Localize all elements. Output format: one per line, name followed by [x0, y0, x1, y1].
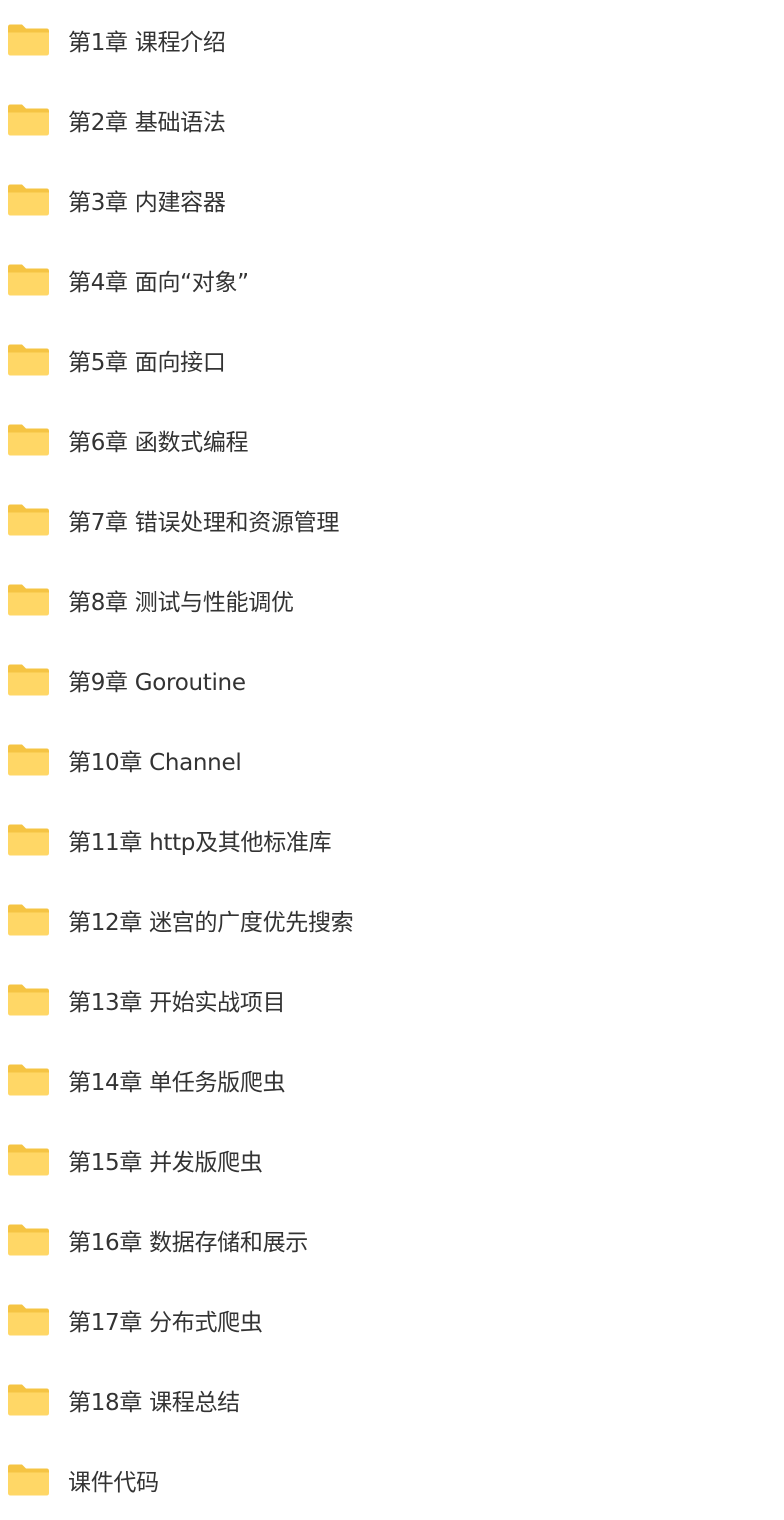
- folder-item[interactable]: 第10章 Channel: [0, 720, 784, 800]
- folder-item[interactable]: 第7章 错误处理和资源管理: [0, 480, 784, 560]
- folder-label: 第8章 测试与性能调优: [68, 590, 294, 616]
- folder-label: 第17章 分布式爬虫: [68, 1310, 263, 1336]
- folder-item[interactable]: 第14章 单任务版爬虫: [0, 1040, 784, 1120]
- folder-label: 第4章 面向“对象”: [68, 270, 249, 296]
- folder-icon: [8, 184, 49, 216]
- folder-icon: [8, 584, 49, 616]
- folder-icon: [8, 24, 49, 56]
- folder-item[interactable]: 第17章 分布式爬虫: [0, 1280, 784, 1360]
- folder-icon: [8, 1064, 49, 1096]
- folder-icon: [8, 904, 49, 936]
- folder-item[interactable]: 第16章 数据存储和展示: [0, 1200, 784, 1280]
- folder-icon: [8, 664, 49, 696]
- folder-label: 第11章 http及其他标准库: [68, 830, 332, 856]
- folder-icon: [8, 264, 49, 296]
- folder-label: 第3章 内建容器: [68, 190, 226, 216]
- folder-icon: [8, 1384, 49, 1416]
- folder-item[interactable]: 第9章 Goroutine: [0, 640, 784, 720]
- folder-icon: [8, 504, 49, 536]
- folder-icon: [8, 104, 49, 136]
- folder-label: 第2章 基础语法: [68, 110, 226, 136]
- folder-item[interactable]: 第2章 基础语法: [0, 80, 784, 160]
- folder-item[interactable]: 第3章 内建容器: [0, 160, 784, 240]
- folder-item[interactable]: 第11章 http及其他标准库: [0, 800, 784, 880]
- folder-label: 第9章 Goroutine: [68, 670, 246, 696]
- folder-label: 第12章 迷宫的广度优先搜索: [68, 910, 354, 936]
- folder-icon: [8, 1464, 49, 1496]
- folder-icon: [8, 824, 49, 856]
- folder-item[interactable]: 第4章 面向“对象”: [0, 240, 784, 320]
- folder-icon: [8, 344, 49, 376]
- folder-item[interactable]: 第13章 开始实战项目: [0, 960, 784, 1040]
- folder-list: 第1章 课程介绍 第2章 基础语法 第3章 内建容器 第4章 面向“对象” 第5…: [0, 0, 784, 1520]
- folder-label: 第6章 函数式编程: [68, 430, 249, 456]
- folder-label: 第18章 课程总结: [68, 1390, 240, 1416]
- folder-label: 第7章 错误处理和资源管理: [68, 510, 340, 536]
- folder-item[interactable]: 第6章 函数式编程: [0, 400, 784, 480]
- folder-item[interactable]: 课件代码: [0, 1440, 784, 1520]
- folder-icon: [8, 1144, 49, 1176]
- folder-label: 第10章 Channel: [68, 750, 242, 776]
- folder-item[interactable]: 第1章 课程介绍: [0, 0, 784, 80]
- folder-label: 第13章 开始实战项目: [68, 990, 286, 1016]
- folder-item[interactable]: 第8章 测试与性能调优: [0, 560, 784, 640]
- folder-label: 第16章 数据存储和展示: [68, 1230, 308, 1256]
- folder-label: 课件代码: [68, 1470, 159, 1496]
- folder-icon: [8, 984, 49, 1016]
- folder-icon: [8, 424, 49, 456]
- folder-label: 第5章 面向接口: [68, 350, 226, 376]
- folder-icon: [8, 744, 49, 776]
- folder-item[interactable]: 第18章 课程总结: [0, 1360, 784, 1440]
- folder-icon: [8, 1224, 49, 1256]
- folder-item[interactable]: 第5章 面向接口: [0, 320, 784, 400]
- folder-icon: [8, 1304, 49, 1336]
- folder-label: 第15章 并发版爬虫: [68, 1150, 263, 1176]
- folder-item[interactable]: 第15章 并发版爬虫: [0, 1120, 784, 1200]
- folder-label: 第14章 单任务版爬虫: [68, 1070, 286, 1096]
- folder-item[interactable]: 第12章 迷宫的广度优先搜索: [0, 880, 784, 960]
- folder-label: 第1章 课程介绍: [68, 30, 226, 56]
